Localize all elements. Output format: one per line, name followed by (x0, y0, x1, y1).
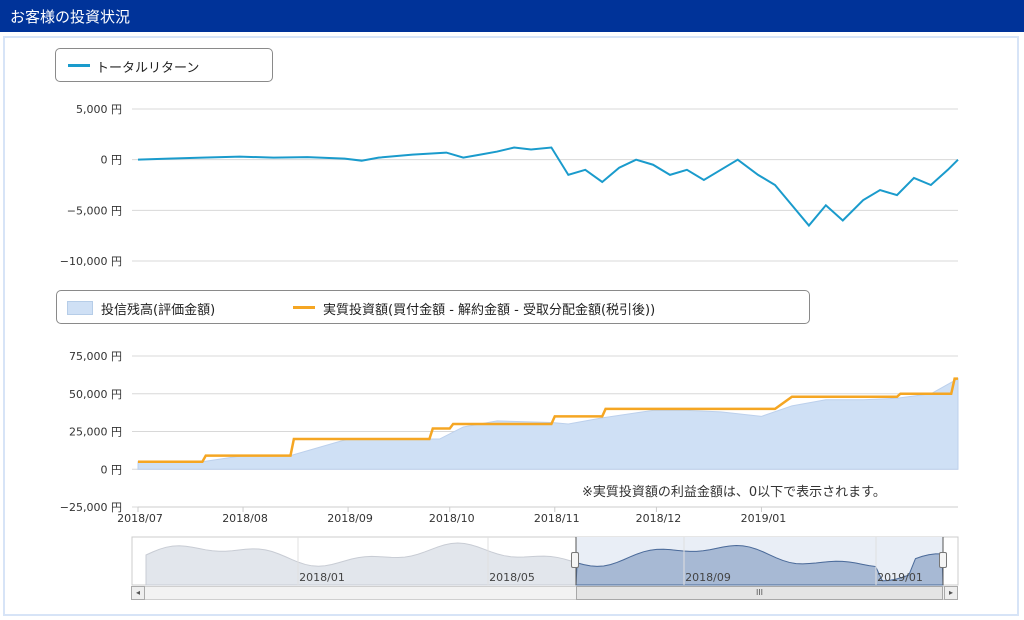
y-tick-label: 75,000 円 (69, 350, 122, 363)
y-tick-label: 0 円 (101, 154, 123, 167)
navigator-tick-label: 2018/05 (489, 571, 535, 584)
x-tick-label: 2018/08 (222, 512, 268, 525)
navigator: 2018/01 2018/05 2018/09 2019/01 (131, 536, 959, 586)
note-text: ※実質投資額の利益金額は、0以下で表示されます。 (582, 485, 886, 500)
y-tick-label: −10,000 円 (60, 255, 122, 268)
x-tick-label: 2018/07 (117, 512, 163, 525)
y-tick-label: 5,000 円 (76, 103, 122, 116)
x-tick-label: 2018/11 (534, 512, 580, 525)
charts-svg: 5,000 円 0 円 −5,000 円 −10,000 円 75,000 円 50,0… (60, 103, 959, 586)
x-tick-label: 2018/09 (327, 512, 373, 525)
y-tick-label: −25,000 円 (60, 501, 122, 514)
navigator-left-handle[interactable] (571, 552, 579, 568)
navigator-tick-label: 2018/01 (299, 571, 345, 584)
navigator-tick-label: 2019/01 (877, 571, 923, 584)
total-return-chart: 5,000 円 0 円 −5,000 円 −10,000 円 (60, 103, 959, 268)
scrollbar-thumb[interactable]: III (576, 586, 943, 600)
x-tick-label: 2018/10 (429, 512, 475, 525)
scroll-left-button[interactable]: ◂ (131, 586, 145, 600)
navigator-right-handle[interactable] (939, 552, 947, 568)
y-tick-label: 0 円 (101, 463, 123, 476)
scroll-right-button[interactable]: ▸ (944, 586, 958, 600)
y-tick-label: −5,000 円 (67, 204, 122, 217)
y-tick-label: 25,000 円 (69, 426, 122, 439)
x-tick-label: 2019/01 (741, 512, 787, 525)
x-tick-label: 2018/12 (636, 512, 682, 525)
navigator-tick-label: 2018/09 (685, 571, 731, 584)
y-tick-label: 50,000 円 (69, 388, 122, 401)
